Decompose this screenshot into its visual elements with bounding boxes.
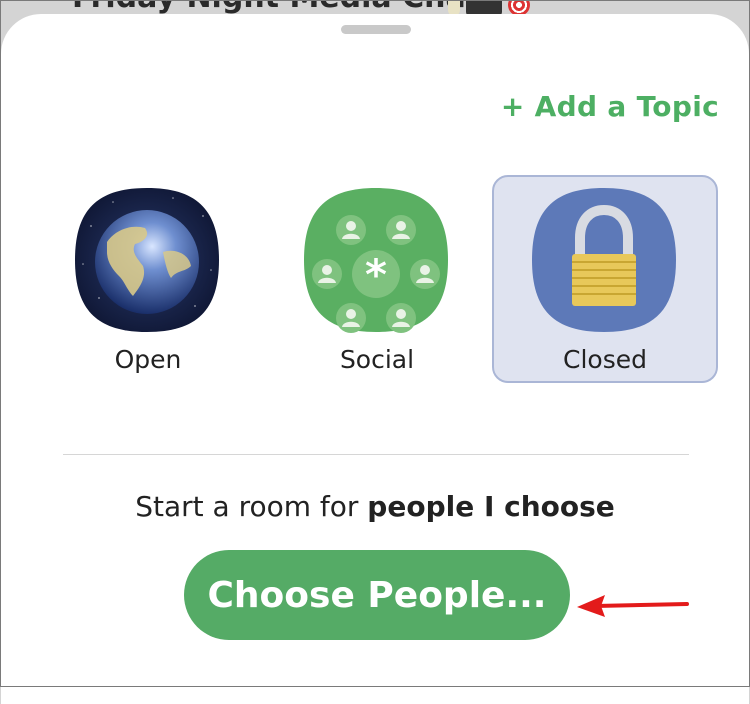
room-type-social[interactable]: * Social — [264, 175, 490, 383]
room-type-picker: Open * Social Closed — [1, 172, 749, 402]
svg-text:*: * — [365, 250, 387, 299]
room-type-open-label: Open — [114, 345, 182, 374]
room-type-social-label: Social — [339, 345, 415, 374]
add-topic-button[interactable]: + Add a Topic — [501, 90, 719, 123]
room-description-prefix: Start a room for — [135, 490, 368, 523]
section-divider — [63, 454, 689, 455]
new-room-sheet: + Add a Topic Open * Social Closed Start… — [1, 14, 749, 704]
annotation-arrow-icon — [577, 595, 689, 617]
padlock-icon — [532, 188, 676, 332]
background-room-title: Friday Night Media Chat — [72, 0, 480, 15]
room-description-emphasis: people I choose — [367, 490, 615, 523]
people-circle-icon: * — [304, 188, 448, 333]
room-type-open[interactable]: Open — [35, 175, 261, 383]
choose-people-button[interactable]: Choose People... — [184, 550, 570, 640]
room-description: Start a room for people I choose — [1, 490, 749, 523]
globe-icon — [75, 188, 219, 332]
room-type-closed[interactable]: Closed — [492, 175, 718, 383]
sheet-grabber[interactable] — [341, 25, 411, 34]
room-type-closed-label: Closed — [563, 345, 647, 374]
